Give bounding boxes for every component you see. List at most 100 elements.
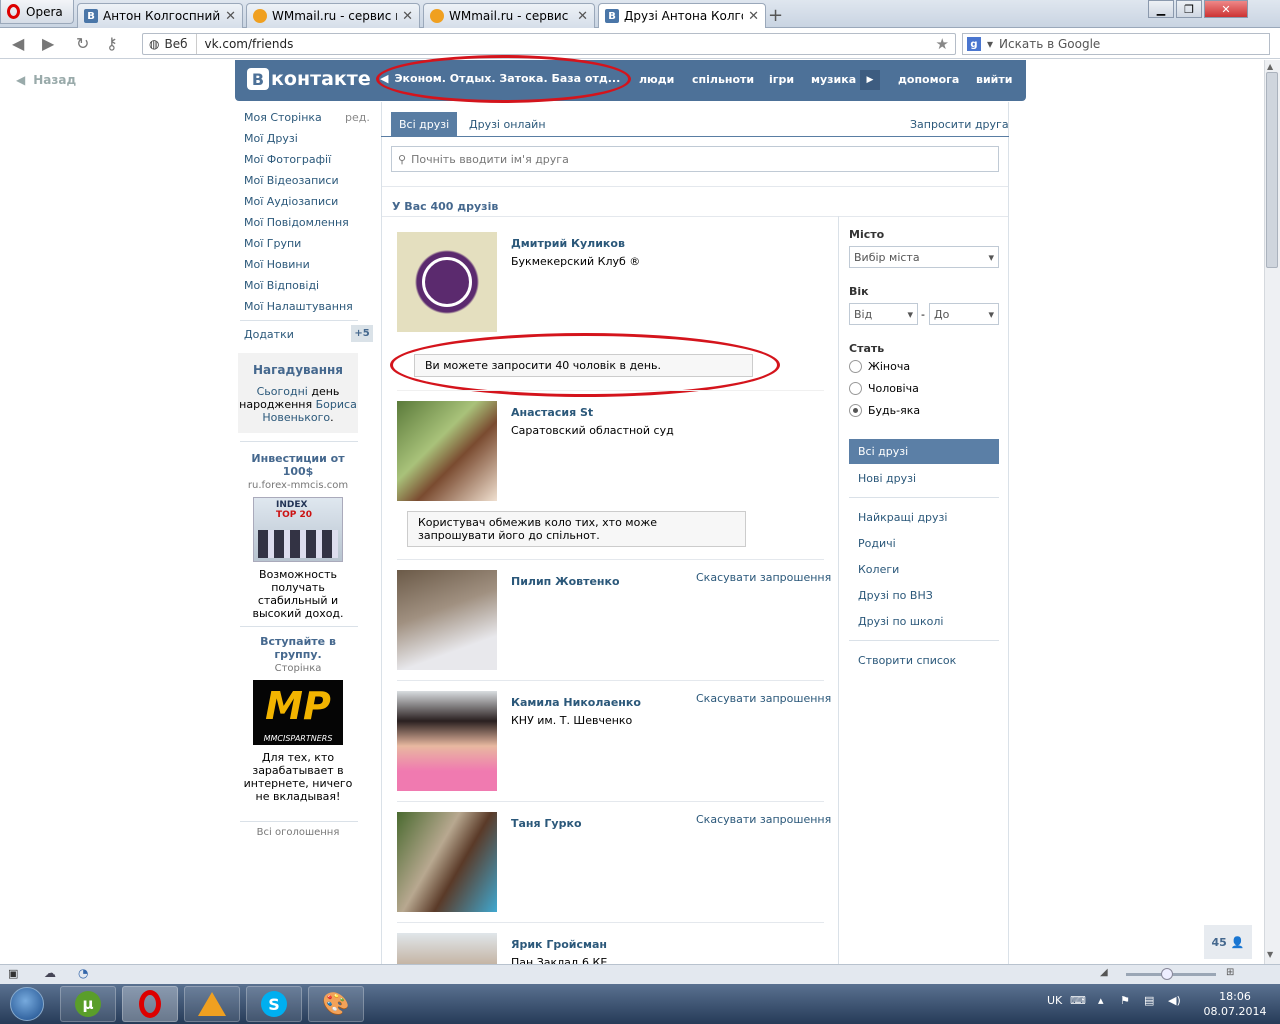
taskbar-aimp[interactable] xyxy=(184,986,240,1022)
scroll-up-arrow-icon[interactable]: ▲ xyxy=(1267,62,1273,71)
keyboard-icon[interactable]: ⌨ xyxy=(1070,994,1086,1007)
browser-tab-active[interactable]: В Друзі Антона Колгосп... ✕ xyxy=(598,3,766,28)
browser-tab[interactable]: В Антон Колгоспний ✕ xyxy=(77,3,243,28)
friend-search-input[interactable]: ⚲ Почніть вводити ім'я друга xyxy=(391,146,999,172)
list-best-friends[interactable]: Найкращі друзі xyxy=(849,511,999,524)
age-from-select[interactable]: Від ▾ xyxy=(849,303,918,325)
ad-title[interactable]: Вступайте в группу. xyxy=(238,635,358,661)
vk-logo[interactable]: В контакте xyxy=(247,68,371,90)
friend-name[interactable]: Ярик Гройсман xyxy=(511,938,607,951)
menu-my-videos[interactable]: Мої Відеозаписи xyxy=(244,174,339,187)
friend-avatar[interactable] xyxy=(397,691,497,791)
invite-friend-link[interactable]: Запросити друга xyxy=(910,118,1009,131)
zoom-out-icon[interactable]: ◢ xyxy=(1100,967,1108,978)
scroll-down-arrow-icon[interactable]: ▼ xyxy=(1267,950,1273,959)
search-engine-field[interactable]: g ▾ Искать в Google xyxy=(962,33,1270,55)
zoom-slider-thumb[interactable] xyxy=(1161,968,1173,980)
taskbar-clock[interactable]: 18:06 08.07.2014 xyxy=(1198,989,1272,1019)
nav-more-arrow-icon[interactable]: ▶ xyxy=(860,70,880,90)
taskbar-paint[interactable]: 🎨 xyxy=(308,986,364,1022)
ad-image-index-top20[interactable]: INDEX TOP 20 xyxy=(253,497,343,562)
friend-name[interactable]: Дмитрий Куликов xyxy=(511,237,625,250)
friend-avatar[interactable] xyxy=(397,812,497,912)
start-button[interactable] xyxy=(2,985,52,1023)
scrollbar-thumb[interactable] xyxy=(1266,72,1278,268)
menu-my-photos[interactable]: Мої Фотографії xyxy=(244,153,331,166)
list-new-friends[interactable]: Нові друзі xyxy=(849,472,999,485)
zoom-reset-icon[interactable]: ⊞ xyxy=(1226,967,1234,978)
volume-icon[interactable]: ◀) xyxy=(1168,994,1181,1007)
browser-tab[interactable]: WMmail.ru - сервис п... ✕ xyxy=(423,3,595,28)
minimize-icon[interactable]: ▁ xyxy=(1148,0,1174,18)
back-arrow-icon[interactable]: ◀ xyxy=(12,34,24,53)
close-tab-icon[interactable]: ✕ xyxy=(402,9,413,24)
browser-tab[interactable]: WMmail.ru - сервис п... ✕ xyxy=(246,3,420,28)
list-relatives[interactable]: Родичі xyxy=(849,537,999,550)
menu-my-messages[interactable]: Мої Повідомлення xyxy=(244,216,349,229)
ad-image-mmcis-partners[interactable]: MP MMCISPARTNERS xyxy=(253,680,343,745)
friend-avatar[interactable] xyxy=(397,232,497,332)
forward-arrow-icon[interactable]: ▶ xyxy=(42,34,54,53)
cancel-invite-link[interactable]: Скасувати запрошення xyxy=(696,813,831,826)
back-link[interactable]: ◀ Назад xyxy=(16,73,76,87)
friend-avatar[interactable] xyxy=(397,570,497,670)
friend-avatar[interactable] xyxy=(397,401,497,501)
speed-dial-icon[interactable]: ◔ xyxy=(78,966,88,980)
window-close-icon[interactable]: ✕ xyxy=(1204,0,1248,18)
nav-games[interactable]: ігри xyxy=(769,73,794,86)
cloud-icon[interactable]: ☁ xyxy=(44,966,56,980)
maximize-icon[interactable]: ❐ xyxy=(1176,0,1202,18)
taskbar-opera[interactable] xyxy=(122,986,178,1022)
close-tab-icon[interactable]: ✕ xyxy=(225,9,236,24)
network-icon[interactable]: ▤ xyxy=(1144,994,1154,1007)
nav-logout[interactable]: вийти xyxy=(976,73,1012,86)
opera-menu-button[interactable]: Opera xyxy=(0,0,74,24)
panel-toggle-icon[interactable]: ▣ xyxy=(8,967,18,980)
list-university-friends[interactable]: Друзі по ВНЗ xyxy=(849,589,999,602)
menu-my-groups[interactable]: Мої Групи xyxy=(244,237,301,250)
apps-count-badge[interactable]: +5 xyxy=(351,325,373,342)
bookmark-star-icon[interactable]: ★ xyxy=(936,35,949,53)
sex-radio-male[interactable]: Чоловіча xyxy=(849,382,919,395)
friend-avatar[interactable] xyxy=(397,933,497,964)
ad-block-forex[interactable]: Инвестиции от 100$ ru.forex-mmcis.com IN… xyxy=(238,452,358,620)
cancel-invite-link[interactable]: Скасувати запрошення xyxy=(696,692,831,705)
search-engine-dropdown-icon[interactable]: ▾ xyxy=(987,37,993,51)
age-to-select[interactable]: До ▾ xyxy=(929,303,999,325)
list-colleagues[interactable]: Колеги xyxy=(849,563,999,576)
nav-music[interactable]: музика xyxy=(811,73,856,86)
tab-friends-online[interactable]: Друзі онлайн xyxy=(461,112,554,136)
nav-people[interactable]: люди xyxy=(639,73,674,86)
ad-block-mp[interactable]: Вступайте в группу. Сторінка MP MMCISPAR… xyxy=(238,635,358,803)
menu-my-page[interactable]: Моя Сторінка xyxy=(244,111,322,124)
url-field[interactable]: ◍ Веб vk.com/friends ★ xyxy=(142,33,956,55)
friend-name[interactable]: Пилип Жовтенко xyxy=(511,575,620,588)
ad-title[interactable]: Инвестиции от 100$ xyxy=(238,452,358,478)
language-indicator[interactable]: UK xyxy=(1047,994,1062,1007)
close-tab-icon[interactable]: ✕ xyxy=(577,9,588,24)
menu-apps[interactable]: Додатки xyxy=(244,328,294,341)
menu-my-answers[interactable]: Мої Відповіді xyxy=(244,279,319,292)
friend-name[interactable]: Камила Николаенко xyxy=(511,696,641,709)
menu-edit-link[interactable]: ред. xyxy=(345,111,370,124)
reminder-today-link[interactable]: Сьогодні xyxy=(257,385,308,398)
tray-expand-icon[interactable]: ▴ xyxy=(1098,994,1104,1007)
create-list-link[interactable]: Створити список xyxy=(849,654,999,667)
city-select[interactable]: Вибір міста ▾ xyxy=(849,246,999,268)
taskbar-skype[interactable]: S xyxy=(246,986,302,1022)
menu-my-audio[interactable]: Мої Аудіозаписи xyxy=(244,195,338,208)
taskbar-utorrent[interactable]: µ xyxy=(60,986,116,1022)
new-tab-icon[interactable]: + xyxy=(768,5,783,26)
list-all-friends[interactable]: Всі друзі xyxy=(849,439,999,464)
menu-my-friends[interactable]: Мої Друзі xyxy=(244,132,298,145)
list-school-friends[interactable]: Друзі по школі xyxy=(849,615,999,628)
tab-all-friends[interactable]: Всі друзі xyxy=(391,112,458,136)
menu-my-news[interactable]: Мої Новини xyxy=(244,258,310,271)
sex-radio-any[interactable]: Будь-яка xyxy=(849,404,920,417)
friend-name[interactable]: Анастасия St xyxy=(511,406,593,419)
sex-radio-female[interactable]: Жіноча xyxy=(849,360,910,373)
key-icon[interactable]: ⚷ xyxy=(106,34,118,53)
cancel-invite-link[interactable]: Скасувати запрошення xyxy=(696,571,831,584)
close-tab-icon[interactable]: ✕ xyxy=(748,9,759,24)
all-ads-link[interactable]: Всі оголошення xyxy=(238,827,358,838)
